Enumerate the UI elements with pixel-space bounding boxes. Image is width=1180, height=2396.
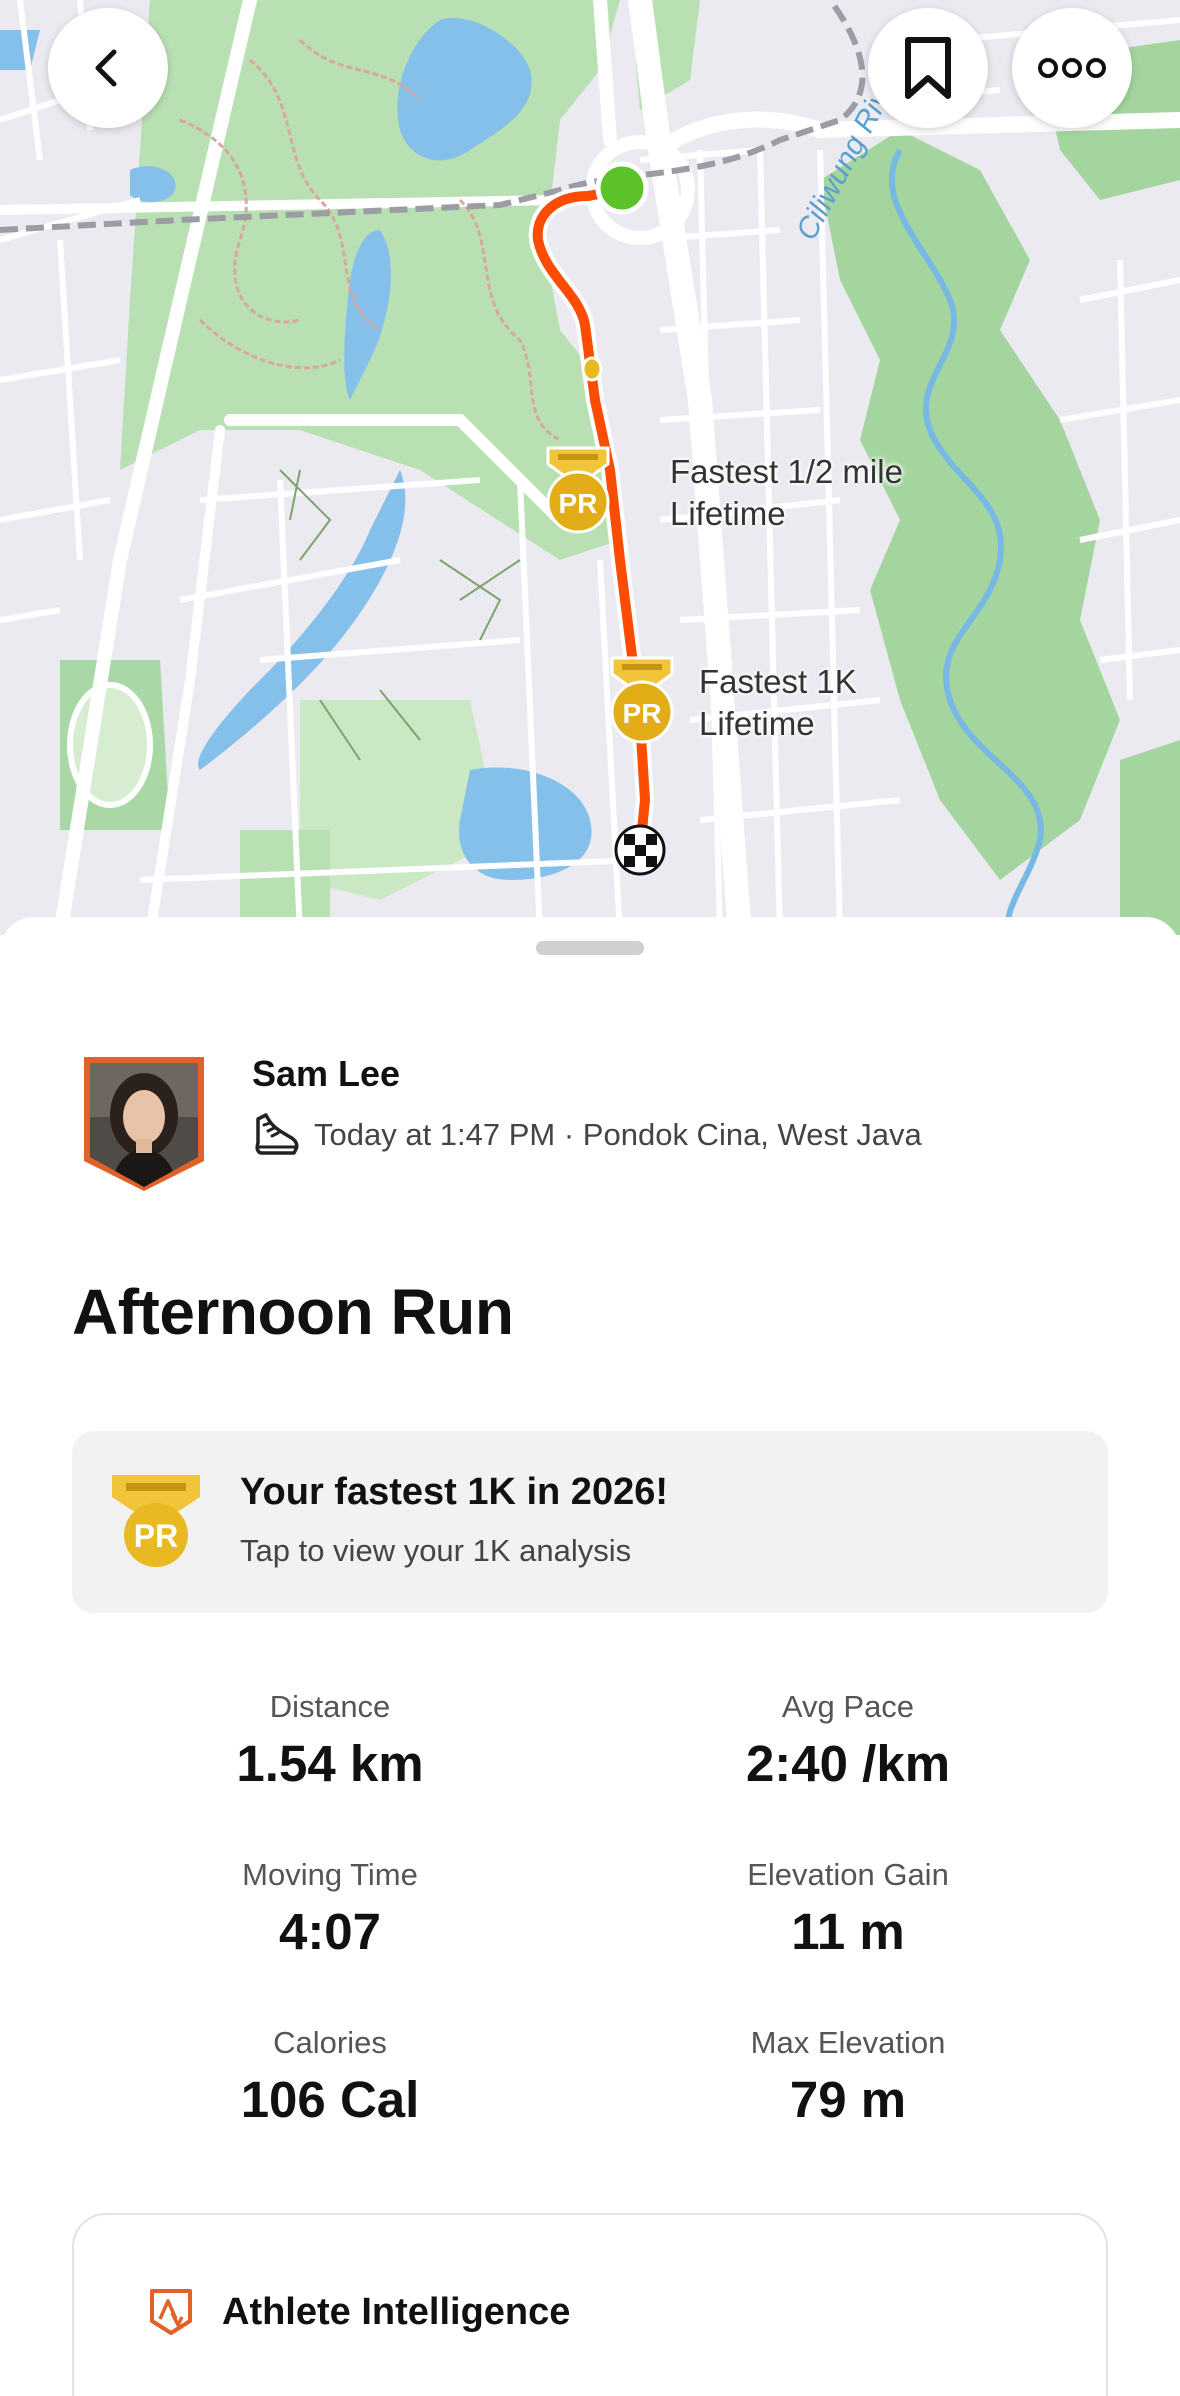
svg-text:PR: PR <box>559 488 598 519</box>
running-shoe-icon <box>255 1113 299 1155</box>
pr-card-subtitle: Tap to view your 1K analysis <box>240 1533 632 1568</box>
pr-achievement-card[interactable]: PR Your fastest 1K in 2026! Tap to view … <box>72 1431 1108 1613</box>
pr-label-sub: Lifetime <box>670 495 786 532</box>
pr-label-title: Fastest 1/2 mile <box>670 453 903 490</box>
more-icon <box>1038 58 1106 78</box>
pr-medal-icon: PR <box>112 1475 200 1567</box>
pr-label-1k: Fastest 1K Lifetime <box>699 661 857 745</box>
map-canvas: PR PR <box>0 0 1180 935</box>
athlete-intelligence-title: Athlete Intelligence <box>222 2291 571 2333</box>
stat-value: 11 m <box>791 1903 905 1960</box>
activity-sheet: Sam Lee Today at 1:47 PM · Pondok Cina, … <box>0 917 1180 2396</box>
activity-title: Afternoon Run <box>72 1276 514 1348</box>
stat-label: Max Elevation <box>750 2025 946 2060</box>
chevron-left-icon <box>95 49 117 87</box>
avatar[interactable] <box>84 1057 204 1191</box>
stat-calories: Calories 106 Cal <box>120 2023 540 2131</box>
svg-text:PR: PR <box>134 1518 178 1554</box>
activity-meta-text: Today at 1:47 PM · Pondok Cina, West Jav… <box>314 1117 922 1152</box>
pr-marker-icon[interactable]: PR <box>546 446 610 534</box>
stat-value: 4:07 <box>278 1903 382 1960</box>
route-map[interactable]: PR PR Ciliwung River Fastest 1/2 mile Li… <box>0 0 1180 935</box>
pr-marker-icon[interactable]: PR <box>610 656 674 744</box>
pr-card-title: Your fastest 1K in 2026! <box>240 1471 669 1513</box>
stat-moving-time: Moving Time 4:07 <box>120 1855 540 1963</box>
more-options-button[interactable] <box>1012 8 1132 128</box>
athlete-name[interactable]: Sam Lee <box>252 1053 400 1095</box>
stat-value: 1.54 km <box>236 1735 424 1792</box>
pr-label-title: Fastest 1K <box>699 663 857 700</box>
stat-avg-pace: Avg Pace 2:40 /km <box>638 1687 1058 1795</box>
stat-elevation-gain: Elevation Gain 11 m <box>638 1855 1058 1963</box>
back-button[interactable] <box>48 8 168 128</box>
stat-label: Distance <box>269 1689 391 1724</box>
svg-text:PR: PR <box>623 698 662 729</box>
split-marker <box>581 356 603 382</box>
stat-label: Avg Pace <box>781 1689 915 1724</box>
activity-meta: Today at 1:47 PM · Pondok Cina, West Jav… <box>252 1113 922 1157</box>
stat-distance: Distance 1.54 km <box>120 1687 540 1795</box>
strava-intelligence-icon <box>150 2289 192 2335</box>
pr-label-sub: Lifetime <box>699 705 815 742</box>
athlete-intelligence-card[interactable]: Athlete Intelligence <box>72 2213 1108 2396</box>
sheet-grabber[interactable] <box>536 941 644 955</box>
pr-label-half-mile: Fastest 1/2 mile Lifetime <box>670 451 903 535</box>
finish-flag-icon <box>614 824 666 876</box>
stat-value: 106 Cal <box>240 2071 420 2128</box>
stat-max-elevation: Max Elevation 79 m <box>638 2023 1058 2131</box>
stat-label: Calories <box>273 2025 387 2060</box>
stat-label: Moving Time <box>242 1857 418 1892</box>
stat-label: Elevation Gain <box>747 1857 949 1892</box>
start-marker <box>595 161 649 215</box>
bookmark-icon <box>905 37 951 99</box>
athlete-avatar-image <box>84 1057 204 1191</box>
stat-value: 2:40 /km <box>745 1735 951 1792</box>
stat-value: 79 m <box>789 2071 907 2128</box>
bookmark-button[interactable] <box>868 8 988 128</box>
